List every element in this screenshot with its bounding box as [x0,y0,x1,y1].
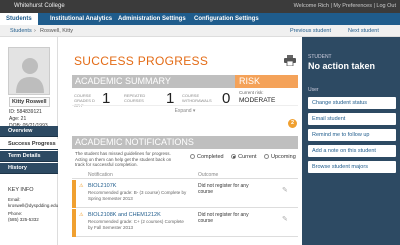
college-name: Whitehurst College [14,3,65,9]
notifications-table-header: Notification Outcome [72,170,298,179]
notifications-heading: ACADEMIC NOTIFICATIONS [72,136,298,149]
table-row: ⚠ BIOL2107K Recommended grade: B- (3 cou… [72,180,298,208]
student-action-panel: STUDENT No action taken User Change stud… [302,37,400,245]
page-title: SUCCESS PROGRESS [74,54,209,68]
filter-completed-label: Completed [197,154,224,160]
top-bar: Whitehurst College Welcome Rich | My Pre… [0,0,400,13]
main-content: SUCCESS PROGRESS ACADEMIC SUMMARY COURSE… [64,37,298,245]
phone-value: (585) 325-5332 [8,216,39,222]
add-note-button[interactable]: Add a note on this student [308,145,396,157]
user-label: User [308,87,319,93]
risk-current-label: Current risk: [239,90,264,95]
chevron-down-icon: ▾ [192,108,196,114]
previous-student-link[interactable]: Previous student [290,28,331,34]
radio-current[interactable] [231,154,237,160]
row-description: Recommended grade: C+ (2 courses) Comple… [88,219,184,230]
academic-summary: ACADEMIC SUMMARY COURSE GRADES D OR F 1 … [72,75,235,132]
edit-icon[interactable]: ✎ [282,186,288,194]
panel-heading: STUDENT [308,54,332,60]
nav-success-progress[interactable]: Success Progress [0,139,58,150]
notifications-description: The student has missed guidelines for pr… [75,151,172,167]
student-name: Kitty Roswell [9,97,50,107]
breadcrumb-current: Roswell, Kitty [40,28,74,34]
contact-info: Email: kroswell@dyspdding.edu Phone: (58… [8,197,58,222]
tab-students[interactable]: Students [0,13,38,25]
change-status-button[interactable]: Change student status [308,97,396,109]
stat-label-repeated: REPEATED COURSES [124,93,146,103]
row-status-bar [72,209,76,237]
filter-current-label: Current [238,154,257,160]
breadcrumb-separator: › [34,28,36,34]
browse-majors-button[interactable]: Browse student majors [308,161,396,173]
student-status: No action taken [308,61,376,71]
risk-value: MODERATE [239,97,276,104]
row-course-link[interactable]: BIOL2107K [88,183,116,189]
key-info-label: KEY INFO [8,187,34,193]
col-notification: Notification [88,172,113,178]
row-outcome: Did not register for any course [198,183,249,195]
print-icon[interactable] [284,55,296,66]
expand-toggle[interactable]: Expand ▾ [72,105,298,114]
student-sidebar: Kitty Roswell ID: 584839121 Age: 21 DOB:… [0,37,58,245]
stat-label-withdrawals: COURSE WITHDRAWALS [182,93,212,103]
notification-count-badge: 2 [288,119,297,128]
row-status-bar [72,180,76,208]
expand-label: Expand [174,108,192,114]
user-links[interactable]: Welcome Rich | My Preferences | Log Out [294,3,396,9]
radio-completed[interactable] [190,154,195,160]
breadcrumb: Students › Roswell, Kitty Previous stude… [0,25,400,37]
col-outcome: Outcome [198,172,219,178]
nav-history[interactable]: History [0,163,58,174]
email-value[interactable]: kroswell@dyspdding.edu [8,203,58,209]
warning-icon: ⚠ [79,183,84,189]
email-student-button[interactable]: Email student [308,113,396,125]
main-nav: Students Institutional Analytics Adminis… [0,13,400,25]
row-outcome: Did not register for any course [198,212,249,224]
next-student-link[interactable]: Next student [348,28,379,34]
avatar [8,47,50,95]
risk-heading: RISK [235,75,298,88]
row-description: Recommended grade: B- (3 course) Complet… [88,190,187,201]
filter-upcoming-label: Upcoming [271,154,296,160]
notification-filter: Completed Current Upcoming [184,154,296,160]
warning-icon: ⚠ [79,212,84,218]
breadcrumb-students[interactable]: Students [10,28,32,34]
tab-institutional-analytics[interactable]: Institutional Analytics [44,13,118,25]
radio-upcoming[interactable] [264,154,270,160]
nav-term-details[interactable]: Term Details [0,151,58,162]
table-row: ⚠ BIOL2108K and CHEM1212K Recommended gr… [72,209,298,237]
person-icon [16,58,44,93]
student-age: Age: 21 [9,116,27,122]
academic-summary-heading: ACADEMIC SUMMARY [72,75,235,88]
student-id: ID: 584839121 [9,109,42,115]
remind-follow-up-button[interactable]: Remind me to follow up [308,129,396,141]
row-course-link[interactable]: BIOL2108K and CHEM1212K [88,212,161,218]
nav-overview[interactable]: Overview [0,126,58,137]
tab-administration-settings[interactable]: Administration Settings [112,13,192,25]
edit-icon[interactable]: ✎ [282,215,288,223]
tab-configuration-settings[interactable]: Configuration Settings [188,13,265,25]
